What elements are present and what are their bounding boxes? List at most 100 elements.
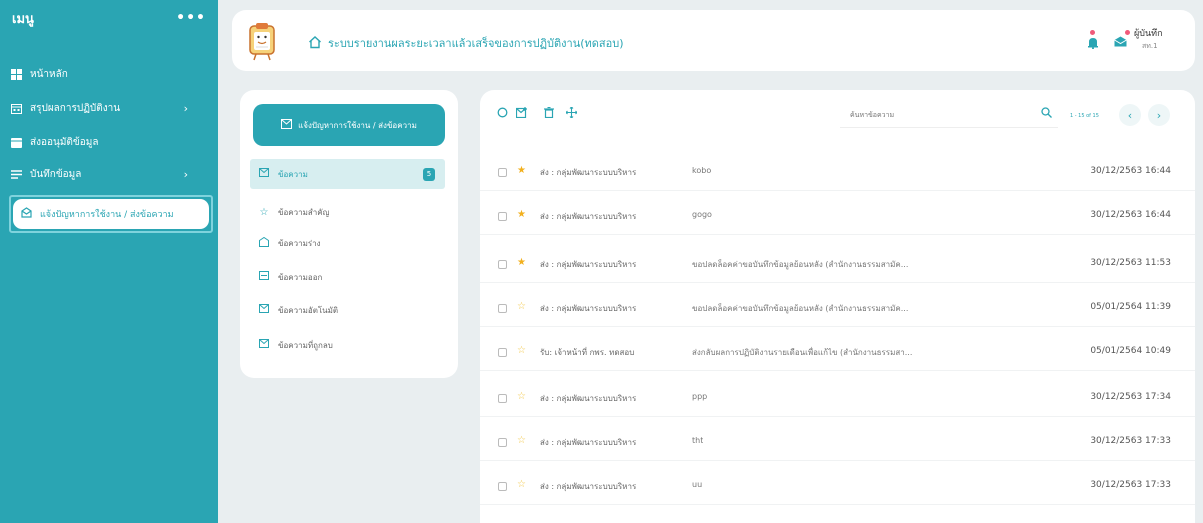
folder-drafts[interactable]: ข้อความร่าง xyxy=(250,228,445,258)
sidebar-item-label: บันทึกข้อมูล xyxy=(30,168,82,180)
table-row[interactable]: ☆ ส่ง : กลุ่มพัฒนาระบบบริหาร ขอปลดล็อคค่าข… xyxy=(480,290,1195,327)
sidebar-item-approve[interactable]: ส่งออนุมัติข้อมูล xyxy=(10,132,206,152)
table-row[interactable]: ☆ รับ: เจ้าหน้าที่ กพร. ทดสอบ ส่งกลับผลการ… xyxy=(480,334,1195,371)
next-page-button[interactable]: › xyxy=(1148,104,1170,126)
star-icon[interactable]: ★ xyxy=(517,165,526,176)
more-icon[interactable]: ••• xyxy=(176,10,206,26)
compose-icon xyxy=(281,118,293,132)
home-icon[interactable] xyxy=(308,34,322,49)
table-row[interactable]: ★ ส่ง : กลุ่มพัฒนาระบบบริหาร gogo 30/12/256… xyxy=(480,198,1195,235)
chevron-left-icon: ‹ xyxy=(1127,108,1133,122)
list-icon xyxy=(10,168,22,180)
sidebar-item-label: สรุปผลการปฏิบัติงาน xyxy=(30,102,121,114)
search-icon[interactable] xyxy=(1041,107,1052,121)
clipboard-mascot-icon xyxy=(244,20,280,62)
pagination-text: 1 - 15 of 15 xyxy=(1070,113,1099,119)
search-input[interactable] xyxy=(840,102,1020,128)
folder-label: ข้อความอัตโนมัติ xyxy=(278,305,339,315)
message-subject: tht xyxy=(692,436,704,445)
draft-icon xyxy=(258,236,270,250)
message-from: รับ: เจ้าหน้าที่ กพร. ทดสอบ xyxy=(540,348,635,357)
row-checkbox[interactable] xyxy=(498,212,507,221)
message-date: 30/12/2563 17:33 xyxy=(1090,436,1171,446)
refresh-icon[interactable] xyxy=(497,107,508,121)
table-row[interactable]: ★ ส่ง : กลุ่มพัฒนาระบบบริหาร kobo 30/12/256… xyxy=(480,154,1195,191)
table-row[interactable]: ☆ ส่ง : กลุ่มพัฒนาระบบบริหาร uu 30/12/2563 … xyxy=(480,468,1195,505)
message-list-panel: 1 - 15 of 15 ‹ › ★ ส่ง : กลุ่มพัฒนาระบบบร… xyxy=(480,90,1195,523)
message-from: ส่ง : กลุ่มพัฒนาระบบบริหาร xyxy=(540,304,637,313)
dashboard-icon xyxy=(10,68,22,80)
table-row[interactable]: ★ ส่ง : กลุ่มพัฒนาระบบบริหาร ขอปลดล็อคค่าข… xyxy=(480,246,1195,283)
message-date: 30/12/2563 17:33 xyxy=(1090,480,1171,490)
folder-label: ข้อความที่ถูกลบ xyxy=(278,340,333,350)
message-icon xyxy=(21,207,32,221)
sidebar-item-summary[interactable]: สรุปผลการปฏิบัติงาน › xyxy=(10,98,206,118)
notification-dot xyxy=(1090,30,1095,35)
star-icon: ☆ xyxy=(259,206,269,218)
star-icon[interactable]: ★ xyxy=(517,209,526,220)
message-date: 30/12/2563 16:44 xyxy=(1090,210,1171,220)
user-name: ผู้บันทึก xyxy=(1134,29,1163,39)
table-row[interactable]: ☆ ส่ง : กลุ่มพัฒนาระบบบริหาร ppp 30/12/2563… xyxy=(480,380,1195,417)
unread-badge: 5 xyxy=(423,167,435,181)
sidebar-item-active-inner: แจ้งปัญหาการใช้งาน / ส่งข้อความ xyxy=(13,199,209,229)
sidebar-title: เมนู xyxy=(12,11,34,27)
folder-label: ข้อความสำคัญ xyxy=(278,207,330,217)
mail-icon[interactable] xyxy=(1114,30,1130,50)
row-checkbox[interactable] xyxy=(498,482,507,491)
message-date: 05/01/2564 10:49 xyxy=(1090,346,1171,356)
message-from: ส่ง : กลุ่มพัฒนาระบบบริหาร xyxy=(540,482,637,491)
message-date: 30/12/2563 17:34 xyxy=(1090,392,1171,402)
row-checkbox[interactable] xyxy=(498,304,507,313)
search-box xyxy=(840,102,1058,128)
row-checkbox[interactable] xyxy=(498,348,507,357)
prev-page-button[interactable]: ‹ xyxy=(1119,104,1141,126)
folder-auto[interactable]: ข้อความอัตโนมัติ xyxy=(250,295,445,325)
message-subject: kobo xyxy=(692,166,712,175)
auto-icon xyxy=(258,304,270,316)
row-checkbox[interactable] xyxy=(498,168,507,177)
compose-label: แจ้งปัญหาการใช้งาน / ส่งข้อความ xyxy=(298,120,417,130)
row-checkbox[interactable] xyxy=(498,394,507,403)
user-info[interactable]: ผู้บันทึก สท.1 xyxy=(1134,28,1163,52)
chevron-right-icon: › xyxy=(1156,108,1162,122)
folder-inbox[interactable]: ข้อความ 5 xyxy=(250,159,445,189)
star-icon[interactable]: ☆ xyxy=(517,345,526,356)
sidebar-item-label: แจ้งปัญหาการใช้งาน / ส่งข้อความ xyxy=(40,210,174,220)
star-icon[interactable]: ☆ xyxy=(517,301,526,312)
inbox-icon xyxy=(258,168,270,180)
row-checkbox[interactable] xyxy=(498,260,507,269)
sidebar-item-record[interactable]: บันทึกข้อมูล › xyxy=(10,164,206,184)
star-icon[interactable]: ☆ xyxy=(517,479,526,490)
star-icon[interactable]: ☆ xyxy=(517,391,526,402)
star-icon[interactable]: ☆ xyxy=(517,435,526,446)
calendar-icon xyxy=(10,102,22,114)
folder-trash[interactable]: ข้อความที่ถูกลบ xyxy=(250,330,445,360)
folder-important[interactable]: ☆ ข้อความสำคัญ xyxy=(250,197,445,227)
row-checkbox[interactable] xyxy=(498,438,507,447)
delete-icon[interactable] xyxy=(544,106,554,121)
folder-panel: แจ้งปัญหาการใช้งาน / ส่งข้อความ ข้อความ … xyxy=(240,90,458,378)
folder-sent[interactable]: ข้อความออก xyxy=(250,262,445,292)
bell-icon[interactable] xyxy=(1087,30,1099,52)
message-from: ส่ง : กลุ่มพัฒนาระบบบริหาร xyxy=(540,168,637,177)
folder-label: ข้อความ xyxy=(278,169,308,179)
sent-icon xyxy=(258,271,270,283)
sidebar-item-report-problem[interactable]: แจ้งปัญหาการใช้งาน / ส่งข้อความ xyxy=(9,195,213,233)
table-row[interactable]: ☆ ส่ง : กลุ่มพัฒนาระบบบริหาร tht 30/12/2563… xyxy=(480,424,1195,461)
sidebar: เมนู ••• หน้าหลัก สรุปผลการปฏิบัติงาน › … xyxy=(0,0,218,523)
sidebar-item-home[interactable]: หน้าหลัก xyxy=(10,64,206,84)
message-from: ส่ง : กลุ่มพัฒนาระบบบริหาร xyxy=(540,260,637,269)
move-icon[interactable] xyxy=(565,106,578,121)
user-org: สท.1 xyxy=(1142,42,1158,50)
mark-read-icon[interactable] xyxy=(515,107,528,121)
page-title: ระบบรายงานผลระยะเวลาแล้วเสร็จของการปฏิบั… xyxy=(328,37,624,50)
compose-message-button[interactable]: แจ้งปัญหาการใช้งาน / ส่งข้อความ xyxy=(253,104,445,146)
message-subject: ส่งกลับผลการปฏิบัติงานรายเดือนเพื่อแก้ไข… xyxy=(692,348,913,357)
message-date: 30/12/2563 16:44 xyxy=(1090,166,1171,176)
notification-dot xyxy=(1125,30,1130,35)
star-icon[interactable]: ★ xyxy=(517,257,526,268)
message-from: ส่ง : กลุ่มพัฒนาระบบบริหาร xyxy=(540,394,637,403)
chevron-right-icon: › xyxy=(183,167,188,181)
folder-label: ข้อความออก xyxy=(278,272,323,282)
